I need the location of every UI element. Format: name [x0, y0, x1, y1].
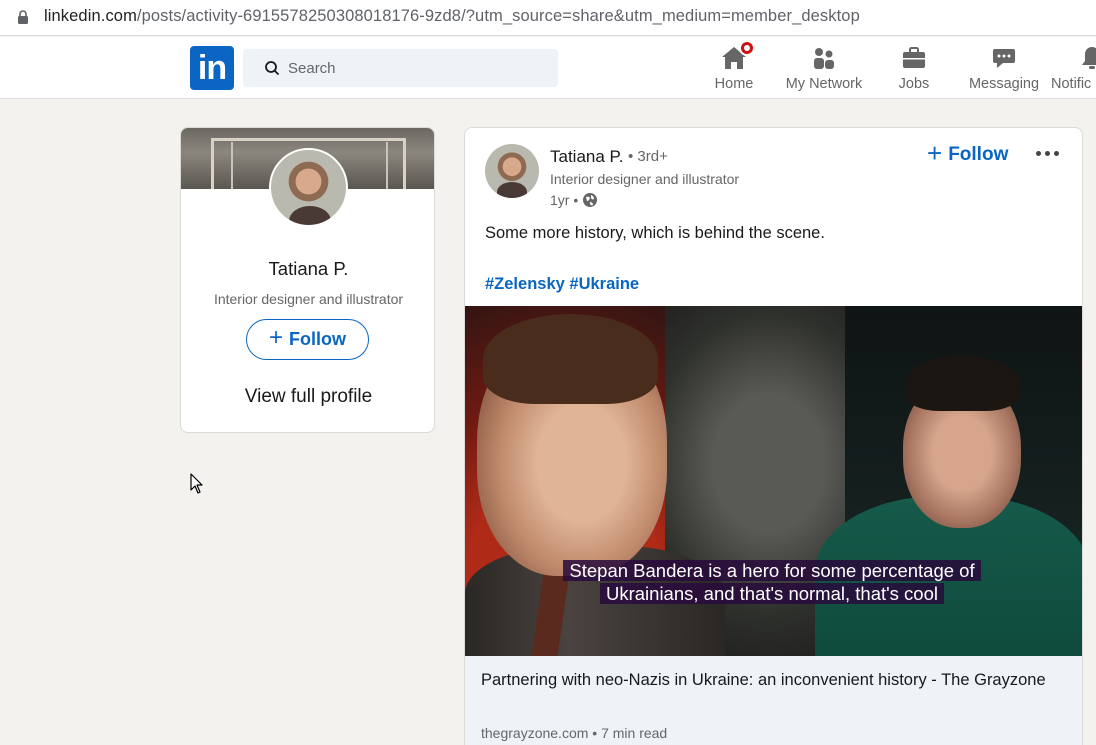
top-nav: in Home My Network	[0, 37, 1096, 99]
profile-headline: Interior designer and illustrator	[213, 291, 404, 307]
profile-follow-label: Follow	[289, 329, 346, 349]
video-subtitle-text: Stepan Bandera is a hero for some percen…	[563, 560, 981, 604]
post-hashtags: #Zelensky #Ukraine	[485, 275, 639, 294]
mouse-cursor-icon	[190, 473, 203, 494]
profile-name[interactable]: Tatiana P.	[181, 258, 434, 280]
plus-icon: +	[927, 138, 943, 168]
banner-detail	[231, 142, 233, 189]
hashtag-link[interactable]: #Ukraine	[569, 275, 639, 293]
post-author-avatar[interactable]	[485, 144, 539, 198]
browser-address-bar[interactable]: linkedin.com/posts/activity-691557825030…	[0, 0, 1096, 36]
post-time-text: 1yr •	[550, 192, 579, 208]
profile-card: Tatiana P. Interior designer and illustr…	[180, 127, 435, 433]
post-text: Some more history, which is behind the s…	[485, 224, 825, 242]
view-full-profile-link[interactable]: View full profile	[181, 386, 434, 408]
article-title[interactable]: Partnering with neo-Nazis in Ukraine: an…	[481, 668, 1051, 693]
nav-home-label: Home	[714, 76, 754, 92]
post-author-headline: Interior designer and illustrator	[550, 171, 740, 187]
url-host: linkedin.com	[44, 7, 137, 25]
briefcase-icon	[901, 45, 927, 71]
media-figure-left-hair	[483, 314, 658, 404]
search-box[interactable]	[243, 49, 558, 87]
nav-home[interactable]: Home	[712, 40, 756, 96]
hashtag-link[interactable]: #Zelensky	[485, 275, 565, 293]
search-icon	[265, 61, 279, 75]
connection-degree: • 3rd+	[628, 148, 668, 165]
notification-badge	[739, 40, 755, 56]
nav-messaging-label: Messaging	[968, 76, 1040, 92]
video-subtitle: Stepan Bandera is a hero for some percen…	[557, 559, 987, 605]
banner-detail	[386, 142, 388, 189]
nav-my-network[interactable]: My Network	[782, 42, 866, 96]
nav-jobs-label: Jobs	[898, 76, 930, 92]
post-follow-button[interactable]: + Follow	[927, 138, 1009, 169]
home-icon	[721, 40, 755, 71]
post-follow-label: Follow	[948, 144, 1009, 165]
article-link-preview[interactable]: Partnering with neo-Nazis in Ukraine: an…	[465, 656, 1082, 745]
post-author-name[interactable]: Tatiana P.	[550, 147, 623, 167]
people-icon	[811, 45, 837, 71]
url-text[interactable]: linkedin.com/posts/activity-691557825030…	[44, 7, 860, 26]
plus-icon: +	[268, 324, 283, 351]
media-figure-right-hair	[905, 356, 1020, 411]
nav-my-network-label: My Network	[785, 76, 863, 92]
post-media-image[interactable]: Stepan Bandera is a hero for some percen…	[465, 306, 1082, 656]
post-timestamp: 1yr •	[550, 192, 598, 208]
article-meta: thegrayzone.com • 7 min read	[481, 725, 668, 741]
nav-jobs[interactable]: Jobs	[896, 42, 932, 96]
bell-icon	[1079, 45, 1096, 71]
nav-notifications[interactable]: Notific	[1051, 42, 1096, 96]
chat-icon	[991, 45, 1017, 71]
nav-notifications-label: Notific	[1051, 76, 1092, 92]
more-options-icon[interactable]	[1031, 142, 1063, 164]
lock-icon	[18, 10, 28, 24]
post-card: Tatiana P. • 3rd+ Interior designer and …	[464, 127, 1083, 745]
url-path: /posts/activity-6915578250308018176-9zd8…	[136, 7, 860, 25]
profile-follow-button[interactable]: + Follow	[246, 319, 369, 360]
linkedin-logo[interactable]: in	[190, 46, 234, 90]
globe-icon	[583, 193, 598, 207]
profile-avatar[interactable]	[269, 148, 348, 227]
search-input[interactable]	[288, 57, 538, 79]
nav-messaging[interactable]: Messaging	[966, 42, 1042, 96]
